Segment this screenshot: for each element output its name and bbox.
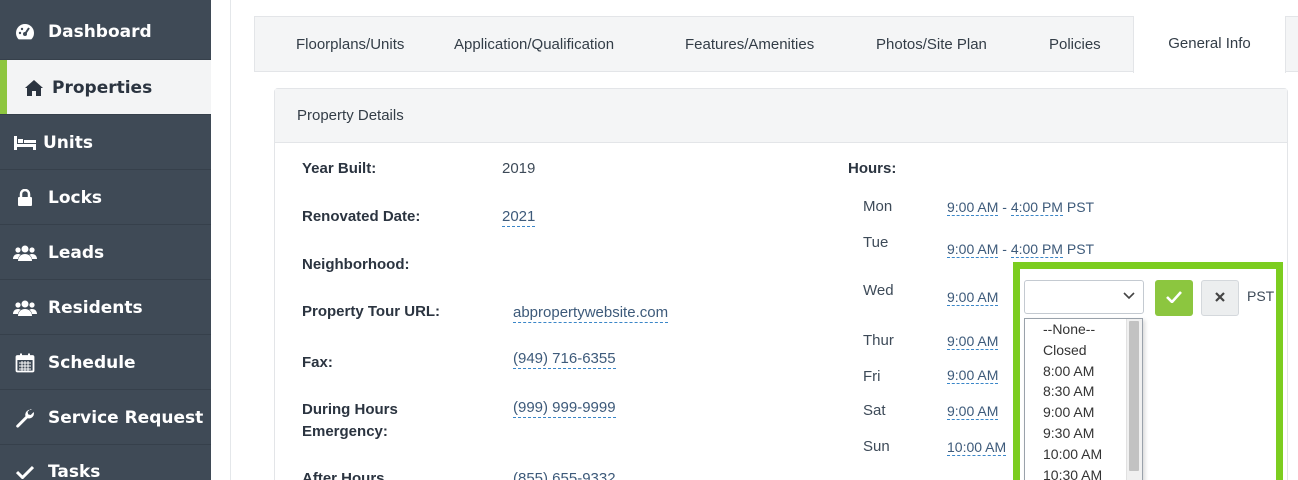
sidebar-item-label: Residents [48,298,143,318]
dropdown-option[interactable]: 10:30 AM [1025,465,1142,480]
hours-tue[interactable]: 9:00 AM - 4:00 PM PST [947,241,1095,258]
field-label-neighborhood: Neighborhood: [302,256,410,273]
time-dropdown-list: --None-- Closed 8:00 AM 8:30 AM 9:00 AM … [1024,318,1143,480]
field-value-during-hours-emergency[interactable]: (999) 999-9999 [513,399,616,418]
lock-icon [13,188,37,208]
sidebar-item-service-request[interactable]: Service Request [0,390,211,445]
field-label-property-tour-url: Property Tour URL: [302,303,441,320]
hours-separator: - [998,199,1011,215]
day-label-sat: Sat [863,402,886,419]
cancel-button[interactable] [1201,280,1239,316]
dropdown-scrollbar[interactable] [1126,319,1142,480]
hours-sun[interactable]: 10:00 AM [947,439,1007,456]
sidebar-item-label: Locks [48,188,103,208]
day-label-thur: Thur [863,332,894,349]
dropdown-option[interactable]: 10:00 AM [1025,444,1142,465]
users-icon [13,243,37,263]
save-button[interactable] [1155,280,1193,316]
hours-separator: - [998,241,1011,257]
sidebar-item-units[interactable]: Units [0,115,211,170]
active-indicator [0,60,7,114]
day-label-sun: Sun [863,438,890,455]
field-label-renovated-date: Renovated Date: [302,208,421,225]
closing-time-select[interactable] [1024,280,1144,314]
hours-timezone: PST [1062,199,1095,215]
chevron-down-icon [1123,288,1135,304]
sidebar-item-properties[interactable]: Properties [0,60,211,115]
wrench-icon [13,408,37,428]
hours-timezone: PST [1062,241,1095,257]
sidebar-item-label: Properties [52,78,153,98]
check-icon [13,462,37,480]
tab-general-info[interactable]: General Info [1133,16,1286,73]
hours-fri[interactable]: 9:00 AM [947,367,999,384]
hours-open[interactable]: 9:00 AM [947,403,999,420]
hours-open[interactable]: 10:00 AM [947,439,1007,456]
app-root: Dashboard Properties Units Locks Leads R… [0,0,1298,480]
hours-close[interactable]: 4:00 PM [1010,199,1063,216]
dropdown-option[interactable]: Closed [1025,340,1142,361]
hours-open[interactable]: 9:00 AM [947,289,999,306]
day-label-fri: Fri [863,368,881,385]
dropdown-option[interactable]: 9:00 AM [1025,402,1142,423]
tab-features-amenities[interactable]: Features/Amenities [685,17,814,73]
dropdown-option[interactable]: 8:30 AM [1025,381,1142,402]
hours-open[interactable]: 9:00 AM [947,367,999,384]
field-value-year-built: 2019 [502,160,536,177]
tab-application-qualification[interactable]: Application/Qualification [454,17,614,73]
sidebar-item-label: Units [43,133,93,153]
hours-close[interactable]: 4:00 PM [1010,241,1063,258]
dropdown-option[interactable]: --None-- [1025,319,1142,340]
hours-sat[interactable]: 9:00 AM [947,403,999,420]
tab-photos-site-plan[interactable]: Photos/Site Plan [876,17,987,73]
scrollbar-thumb[interactable] [1129,321,1139,471]
hours-mon[interactable]: 9:00 AM - 4:00 PM PST [947,199,1095,216]
sidebar: Dashboard Properties Units Locks Leads R… [0,0,211,480]
hours-wed[interactable]: 9:00 AM [947,289,999,306]
sidebar-item-dashboard[interactable]: Dashboard [0,0,211,60]
tab-policies[interactable]: Policies [1049,17,1101,73]
field-label-fax: Fax: [302,354,333,371]
day-label-tue: Tue [863,234,889,251]
tab-bar: Floorplans/Units Application/Qualificati… [254,16,1298,73]
day-label-wed: Wed [863,282,894,299]
card-title: Property Details [275,89,1287,143]
hours-open[interactable]: 9:00 AM [947,199,999,216]
field-label-after-hours: After Hours [302,470,385,480]
field-value-renovated-date[interactable]: 2021 [502,208,536,227]
field-value-after-hours[interactable]: (855) 655-9332 [513,470,616,480]
sidebar-item-label: Dashboard [48,22,152,42]
dropdown-option[interactable]: 8:00 AM [1025,361,1142,382]
dropdown-option[interactable]: 9:30 AM [1025,423,1142,444]
sidebar-item-tasks[interactable]: Tasks [0,445,211,480]
field-label-during-hours-emergency: During Hours Emergency: [302,401,398,440]
home-icon [22,78,46,98]
hours-open[interactable]: 9:00 AM [947,333,999,350]
sidebar-item-leads[interactable]: Leads [0,225,211,280]
sidebar-item-label: Schedule [48,353,136,373]
timezone-suffix: PST [1247,288,1275,304]
tab-floorplans-units[interactable]: Floorplans/Units [296,17,404,73]
day-label-mon: Mon [863,198,893,215]
users-icon [13,298,37,318]
sidebar-item-label: Leads [48,243,105,263]
divider [230,0,231,480]
field-label-year-built: Year Built: [302,160,377,177]
field-value-fax[interactable]: (949) 716-6355 [513,350,616,369]
hours-open[interactable]: 9:00 AM [947,241,999,258]
hours-thur[interactable]: 9:00 AM [947,333,999,350]
sidebar-item-locks[interactable]: Locks [0,170,211,225]
sidebar-item-label: Tasks [48,462,101,480]
sidebar-item-label: Service Request [48,408,204,428]
sidebar-item-residents[interactable]: Residents [0,280,211,335]
check-icon [1166,291,1182,304]
close-icon [1215,292,1225,302]
calendar-icon [13,353,37,373]
bed-icon [13,133,37,153]
sidebar-item-schedule[interactable]: Schedule [0,335,211,390]
hours-label: Hours: [848,160,897,177]
field-value-property-tour-url[interactable]: abpropertywebsite.com [513,304,669,323]
dashboard-icon [13,22,37,42]
